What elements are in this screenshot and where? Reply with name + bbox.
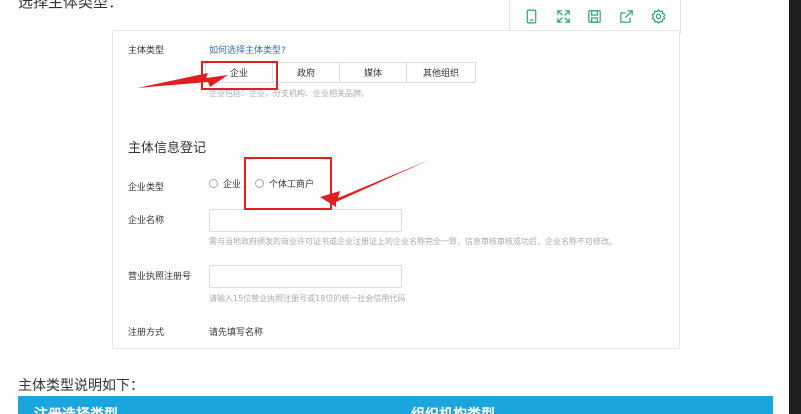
help-link[interactable]: 如何选择主体类型? <box>209 43 286 56</box>
mobile-preview-icon <box>526 9 537 23</box>
intro-text: 选择主体类型： <box>18 0 124 11</box>
tab-media[interactable]: 媒体 <box>339 62 407 83</box>
radio-enterprise[interactable]: 企业 <box>209 177 241 190</box>
share-icon <box>620 9 633 23</box>
register-method-label: 注册方式 <box>128 328 165 338</box>
table-header-organization-type: 组织机构类型 <box>411 404 495 414</box>
register-method-value: 请先填写名称 <box>209 328 264 338</box>
type-table-header: 注册选择类型 组织机构类型 <box>18 396 773 414</box>
enterprise-type-label: 企业类型 <box>128 183 165 193</box>
tab-government[interactable]: 政府 <box>272 62 340 83</box>
save-icon <box>588 9 602 23</box>
settings-button[interactable] <box>647 5 669 27</box>
section-title: 主体信息登记 <box>128 141 207 156</box>
footer-text: 主体类型说明如下： <box>18 378 144 394</box>
license-number-label: 营业执照注册号 <box>128 272 192 282</box>
enterprise-name-label: 企业名称 <box>128 216 165 226</box>
radio-circle <box>255 179 264 188</box>
registration-form-panel: 主体类型 如何选择主体类型? 企业 政府 媒体 其他组织 企业包括：企业，分支机… <box>112 30 680 349</box>
mobile-preview-button[interactable] <box>521 5 543 27</box>
enterprise-name-hint: 需与当地政府颁发的商业许可证书或企业注册证上的企业名称完全一致，信息审核审核成功… <box>209 237 617 246</box>
enterprise-name-input[interactable] <box>209 209 402 232</box>
fullscreen-icon <box>557 9 570 23</box>
editor-toolbar <box>509 0 681 33</box>
license-number-hint: 请输入15位营业执照注册号或18位的统一社会信用代码 <box>209 294 406 303</box>
license-number-input[interactable] <box>209 265 402 288</box>
save-button[interactable] <box>584 5 606 27</box>
tab-hint: 企业包括：企业，分支机构、企业相关品牌。 <box>209 89 369 98</box>
tab-enterprise[interactable]: 企业 <box>205 62 273 83</box>
fullscreen-button[interactable] <box>552 5 574 27</box>
settings-icon <box>651 8 665 24</box>
subject-type-tabs: 企业 政府 媒体 其他组织 <box>205 62 476 83</box>
radio-circle <box>209 179 218 188</box>
table-header-register-type: 注册选择类型 <box>34 404 118 414</box>
radio-individual-business[interactable]: 个体工商户 <box>255 177 314 190</box>
subject-type-label: 主体类型 <box>128 46 165 56</box>
share-button[interactable] <box>616 5 638 27</box>
tab-other-organization[interactable]: 其他组织 <box>406 62 476 83</box>
radio-individual-business-label: 个体工商户 <box>269 180 315 190</box>
window-edge <box>789 0 801 414</box>
radio-enterprise-label: 企业 <box>223 180 242 190</box>
